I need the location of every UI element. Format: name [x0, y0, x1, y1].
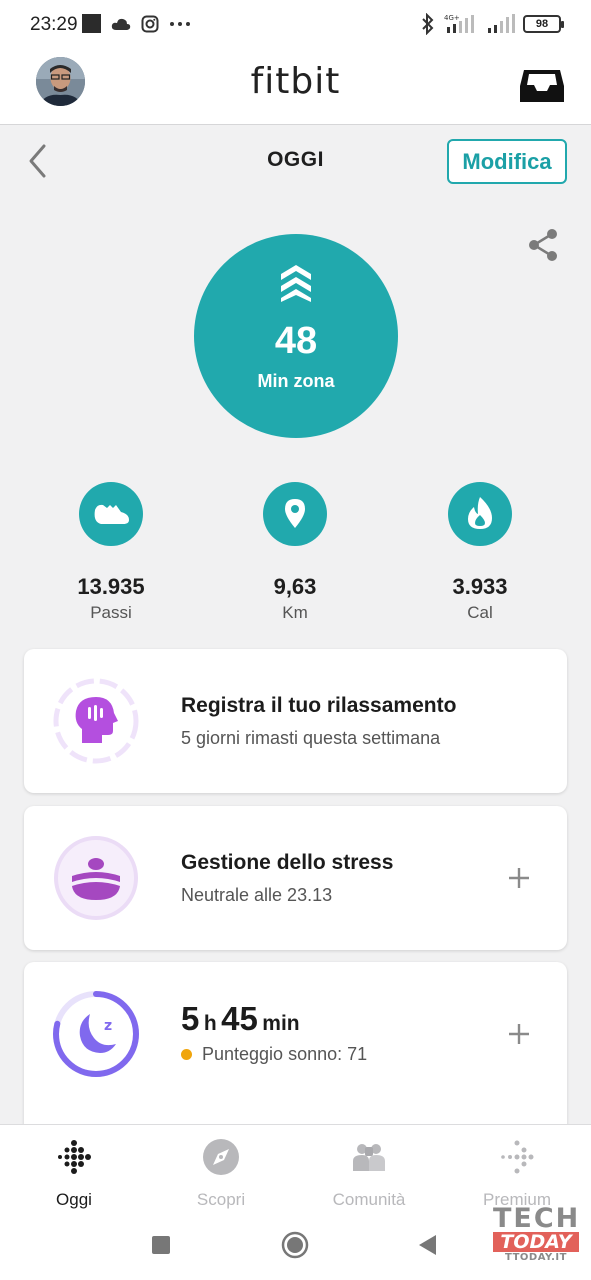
nav-item-scopri[interactable]: Scopri — [161, 1137, 281, 1210]
flame-icon — [468, 497, 492, 529]
stat-calories[interactable]: 3.933 Cal — [410, 482, 550, 623]
status-time: 23:29 — [30, 14, 78, 35]
svg-text:z: z — [104, 1018, 112, 1034]
nav-label: Comunità — [332, 1190, 406, 1209]
stat-steps[interactable]: 13.935 Passi — [41, 482, 181, 623]
status-bar: 23:29 4G+ 98 — [0, 0, 591, 52]
cloud-icon — [111, 18, 131, 30]
stat-value: 3.933 — [452, 574, 508, 599]
app-logo: fitbit — [250, 61, 341, 102]
premium-dots-icon — [501, 1140, 534, 1174]
app-header: fitbit — [0, 52, 591, 125]
signal-4g-icon: 4G+ — [444, 14, 474, 33]
stat-label: Km — [282, 603, 308, 622]
card-subtitle: 5 giorni rimasti questa settimana — [181, 728, 441, 748]
stat-distance[interactable]: 9,63 Km — [225, 482, 365, 623]
active-zone-minutes-circle[interactable]: 48 Min zona — [194, 234, 398, 438]
nav-item-oggi[interactable]: Oggi — [14, 1137, 134, 1210]
stat-value: 9,63 — [273, 574, 317, 599]
more-dots-icon — [170, 21, 190, 26]
network-type-label: 4G+ — [444, 14, 460, 22]
nav-label: Scopri — [196, 1190, 246, 1209]
watermark-line-3: TTODAY.IT — [505, 1252, 567, 1263]
share-icon[interactable] — [527, 228, 559, 262]
stress-management-icon — [54, 836, 138, 920]
hero-value: 48 — [274, 320, 318, 362]
sleep-minutes-unit: min — [262, 1012, 300, 1035]
watermark-line-1: TECH — [493, 1203, 581, 1234]
techtoday-watermark-logo: TECH TODAY TTODAY.IT — [493, 1203, 581, 1264]
card-title: Gestione dello stress — [181, 851, 394, 874]
stat-label: Cal — [467, 603, 493, 622]
stat-label: Passi — [90, 603, 132, 622]
sleep-hours-unit: h — [203, 1012, 217, 1035]
compass-icon — [203, 1139, 239, 1175]
hero-label: Min zona — [257, 371, 335, 391]
fitbit-dots-icon — [58, 1140, 91, 1174]
inbox-icon[interactable] — [519, 64, 565, 104]
stat-icon-circle — [263, 482, 327, 546]
system-icons: 4G+ 98 — [421, 13, 564, 35]
sleep-score-text: Punteggio sonno: 71 — [202, 1044, 368, 1064]
add-icon[interactable] — [507, 866, 531, 890]
edit-button[interactable]: Modifica — [447, 139, 567, 184]
sleep-minutes: 45 — [221, 1000, 258, 1037]
stat-icon-circle — [79, 482, 143, 546]
location-pin-icon — [285, 499, 305, 528]
home-circle-icon[interactable] — [280, 1230, 310, 1260]
sleep-moon-icon: z — [53, 991, 139, 1077]
watermark-line-2: TODAY — [493, 1232, 579, 1252]
nav-label: Oggi — [56, 1190, 92, 1209]
add-icon[interactable] — [507, 1022, 531, 1046]
nav-item-comunita[interactable]: Comunità — [309, 1137, 429, 1210]
card-subtitle: Neutrale alle 23.13 — [181, 885, 333, 905]
back-triangle-icon[interactable] — [412, 1230, 442, 1260]
relax-card[interactable]: Registra il tuo rilassamento 5 giorni ri… — [24, 649, 567, 793]
shoe-icon — [94, 504, 129, 524]
stress-card[interactable]: Gestione dello stress Neutrale alle 23.1… — [24, 806, 567, 950]
recents-square-icon[interactable] — [146, 1230, 176, 1260]
bottom-navigation: Oggi Scopri Comunità Premium — [0, 1124, 591, 1210]
sleep-score: Punteggio sonno: 71 — [181, 1044, 367, 1065]
stat-icon-circle — [448, 482, 512, 546]
battery-icon: 98 — [523, 15, 564, 33]
signal-icon — [488, 14, 515, 33]
active-zone-chevrons-icon — [281, 265, 311, 302]
bluetooth-icon — [422, 13, 434, 35]
mindfulness-head-icon — [53, 678, 139, 764]
notification-square-icon — [82, 14, 101, 33]
nav-item-premium[interactable]: Premium — [457, 1137, 577, 1210]
sleep-duration: 5 h 45 min — [181, 1000, 300, 1038]
community-icon — [353, 1144, 385, 1171]
sleep-hours: 5 — [181, 1000, 200, 1037]
notification-icons — [82, 14, 191, 33]
card-title: Registra il tuo rilassamento — [181, 694, 457, 717]
stat-value: 13.935 — [77, 574, 145, 599]
score-dot-icon — [181, 1049, 192, 1060]
instagram-icon — [141, 15, 159, 32]
